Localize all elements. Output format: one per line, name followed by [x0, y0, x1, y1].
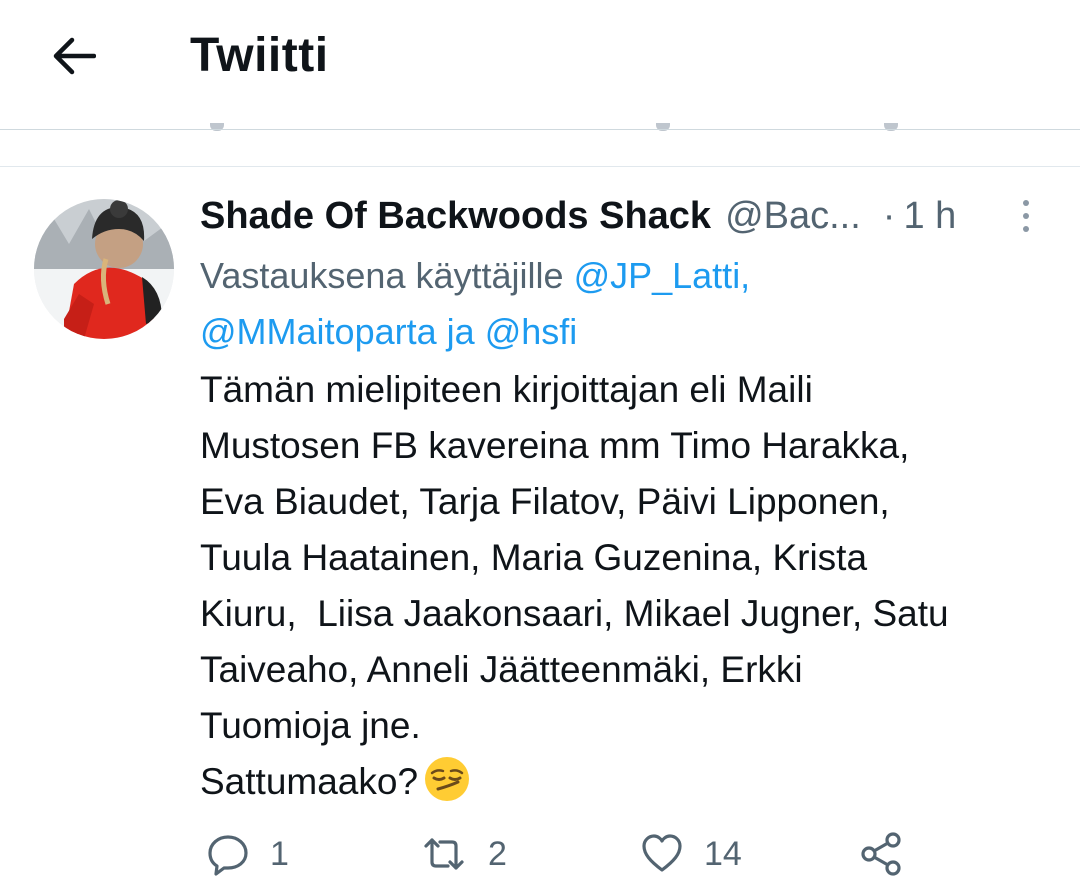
tweet-text-line: Sattumaako? — [200, 761, 419, 802]
retweet-button[interactable]: 2 — [420, 826, 507, 882]
tweet-text-line: Taiveaho, Anneli Jäätteenmäki, Erkki — [200, 649, 803, 690]
comment-icon — [208, 835, 248, 876]
share-icon — [861, 832, 901, 876]
avatar[interactable] — [34, 199, 174, 339]
tweet-text-last-line: Sattumaako? — [200, 754, 1060, 818]
tweet-text-line: Tuomioja jne. — [200, 705, 421, 746]
tweet-text-line: Mustosen FB kavereina mm Timo Harakka, — [200, 425, 910, 466]
retweet-icon — [424, 838, 464, 870]
mention-link[interactable]: @JP_Latti, — [574, 255, 751, 296]
back-button[interactable] — [44, 26, 104, 86]
retweet-count: 2 — [488, 834, 507, 873]
more-options-button[interactable] — [1016, 196, 1036, 236]
like-button[interactable]: 14 — [640, 826, 742, 882]
tweet-body: Tämän mielipiteen kirjoittajan eli Maili… — [200, 362, 1060, 818]
tweet-text-line: Tuula Haatainen, Maria Guzenina, Krista — [200, 537, 868, 578]
tweet-actions: 1 2 14 — [0, 826, 1080, 882]
like-count: 14 — [704, 834, 742, 873]
author-name[interactable]: Shade Of Backwoods Shack — [200, 195, 711, 238]
reply-button[interactable]: 1 — [206, 826, 289, 882]
heart-icon — [642, 834, 682, 872]
tweet-text-line: Kiuru, Liisa Jaakonsaari, Mikael Jugner,… — [200, 593, 949, 634]
author-handle[interactable]: @Bac... — [725, 195, 861, 238]
mention-link[interactable]: @MMaitoparta — [200, 311, 437, 352]
tweet-text-line: Eva Biaudet, Tarja Filatov, Päivi Lippon… — [200, 481, 890, 522]
share-button[interactable] — [858, 826, 904, 882]
arrow-left-icon — [53, 37, 96, 75]
tweet-timestamp[interactable]: 1 h — [903, 195, 956, 238]
top-app-bar: Twiitti — [0, 0, 1080, 129]
reply-context: Vastauksena käyttäjille @JP_Latti, @MMai… — [200, 248, 1050, 360]
header-divider — [0, 129, 1080, 130]
smirking-face-emoji — [424, 756, 470, 818]
reply-prefix: Vastauksena käyttäjille — [200, 255, 564, 296]
tweet-divider — [0, 166, 1080, 167]
tweet-text-line: Tämän mielipiteen kirjoittajan eli Maili — [200, 369, 813, 410]
page-title: Twiitti — [190, 29, 329, 82]
mention-link[interactable]: @hsfi — [485, 311, 578, 352]
more-vertical-icon — [1023, 200, 1029, 206]
reply-count: 1 — [270, 834, 289, 873]
tweet-header: Shade Of Backwoods Shack @Bac... · 1 h — [200, 192, 1050, 240]
meta-separator: · — [882, 194, 896, 237]
reply-joiner: ja — [446, 311, 475, 352]
